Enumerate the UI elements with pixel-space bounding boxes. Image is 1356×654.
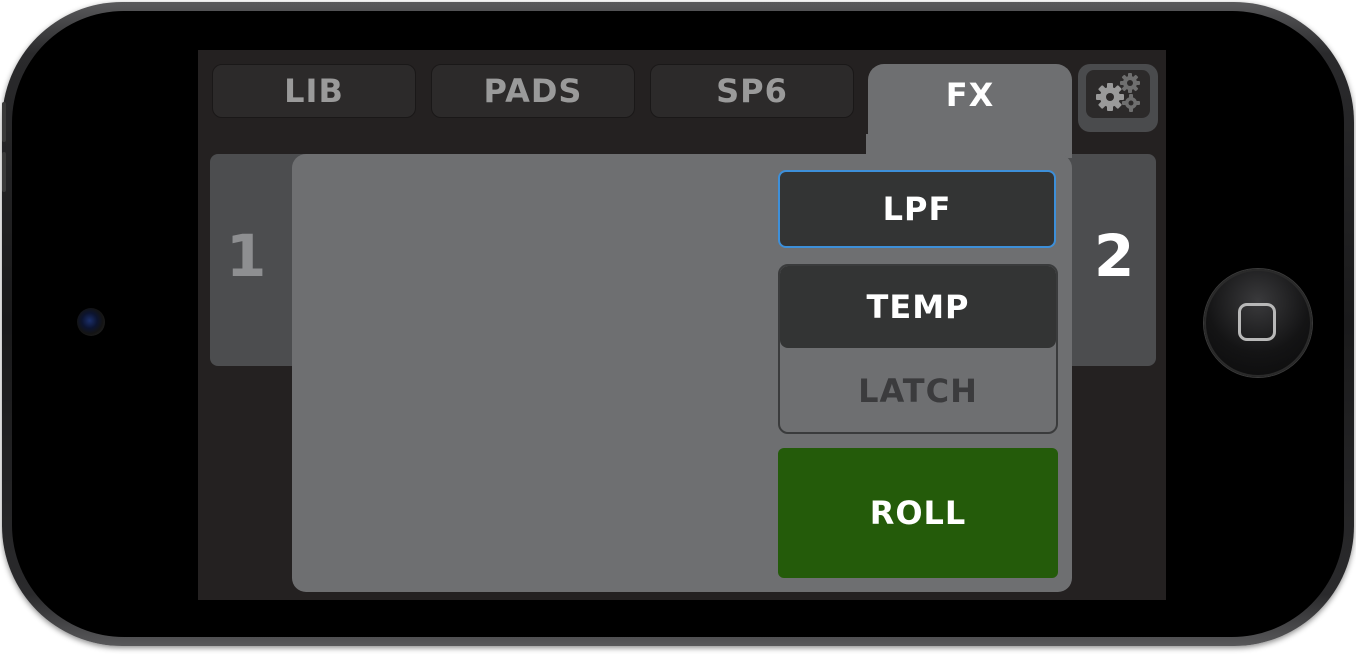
- volume-up-button: [2, 102, 6, 142]
- tab-fx[interactable]: FX: [868, 64, 1072, 144]
- settings-button[interactable]: [1086, 70, 1150, 118]
- mode-toggle-group: TEMP LATCH: [778, 264, 1058, 434]
- front-camera: [77, 308, 105, 336]
- temp-mode-button[interactable]: TEMP: [780, 266, 1056, 348]
- home-button[interactable]: [1204, 269, 1312, 377]
- tab-sp6[interactable]: SP6: [650, 64, 854, 118]
- tab-bar: LIB PADS SP6 FX: [198, 50, 1166, 144]
- tab-pads[interactable]: PADS: [431, 64, 635, 118]
- device-frame: LIB PADS SP6 FX 1 2 LPF TEMP LATCH ROLL: [2, 2, 1354, 646]
- latch-mode-button[interactable]: LATCH: [780, 350, 1056, 432]
- screen: LIB PADS SP6 FX 1 2 LPF TEMP LATCH ROLL: [190, 42, 1174, 606]
- gears-icon: [1092, 71, 1144, 117]
- effect-select-button[interactable]: LPF: [778, 170, 1056, 248]
- deck-1-label[interactable]: 1: [226, 222, 266, 290]
- tab-lib[interactable]: LIB: [212, 64, 416, 118]
- roll-button[interactable]: ROLL: [778, 448, 1058, 578]
- settings-tab: [1078, 64, 1158, 132]
- home-square-icon: [1238, 303, 1276, 341]
- deck-2-label[interactable]: 2: [1094, 222, 1134, 290]
- app-root: LIB PADS SP6 FX 1 2 LPF TEMP LATCH ROLL: [198, 50, 1166, 600]
- volume-down-button: [2, 152, 6, 192]
